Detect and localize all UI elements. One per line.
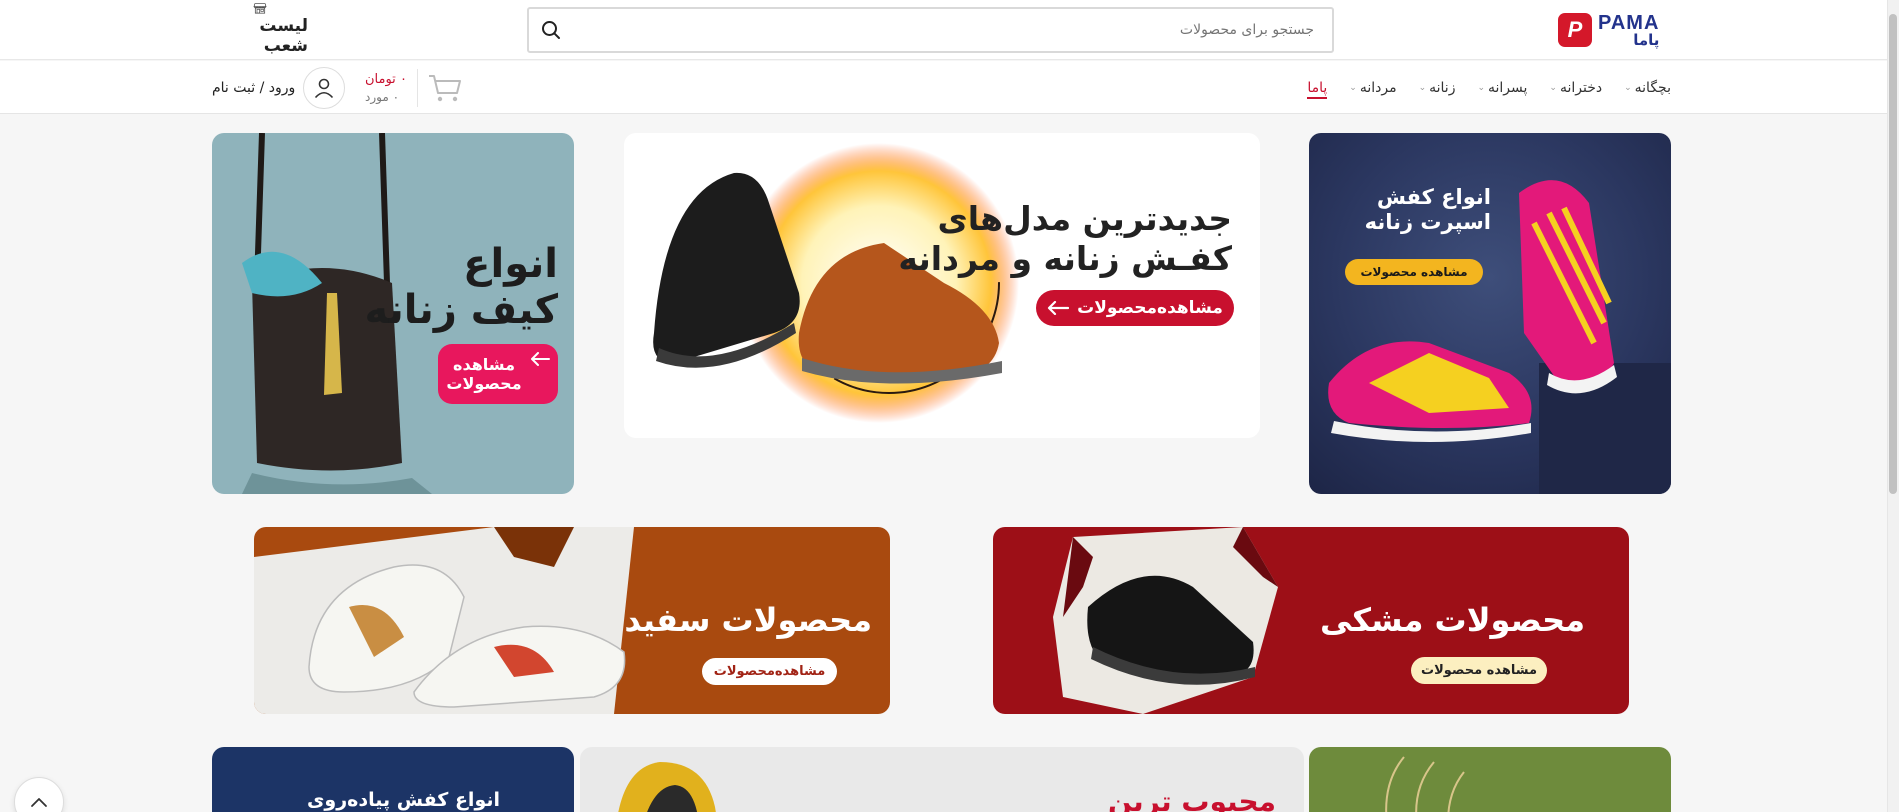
branches-label: لیست شعب xyxy=(259,16,308,56)
logo-mark-icon: P xyxy=(1558,13,1592,47)
banner-title: انواع کفش پیاده‌روی xyxy=(306,789,500,811)
banner-title-line: انواع xyxy=(463,241,558,287)
nav-item-label: بچگانه xyxy=(1634,79,1671,96)
cart-widget[interactable]: ۰ تومان ۰ مورد xyxy=(365,68,462,108)
store-icon xyxy=(253,3,267,14)
chevron-down-icon: ⌄ xyxy=(1624,82,1632,93)
banner-black-products[interactable]: محصولات مشکی مشاهده محصولات xyxy=(993,527,1629,714)
banner-newest-models[interactable]: جدیدترین مدل‌های کفـش زنانه و مردانه مشا… xyxy=(624,133,1260,438)
chevron-up-icon xyxy=(31,798,47,807)
banner-title: انواع کفش اسپرت زنانه xyxy=(1365,185,1491,235)
site-logo[interactable]: P PAMA پاما xyxy=(1558,12,1671,48)
nav-item-men[interactable]: مردانه ⌄ xyxy=(1349,61,1396,114)
search-input[interactable] xyxy=(573,9,1332,51)
logo-latin: PAMA xyxy=(1598,11,1660,34)
branches-link[interactable]: لیست شعب xyxy=(212,2,308,56)
cart-divider xyxy=(416,69,418,107)
shoes-image xyxy=(653,143,1019,423)
nav-item-label: زنانه xyxy=(1429,79,1456,96)
header-nav: پاما مردانه ⌄ زنانه ⌄ پسرانه ⌄ دخترانه ⌄… xyxy=(0,61,1887,114)
chevron-down-icon: ⌄ xyxy=(1349,82,1357,93)
logo-persian: پاما xyxy=(1633,30,1660,49)
arrow-left-icon xyxy=(1048,301,1070,315)
nav-item-label: پسرانه xyxy=(1488,79,1528,96)
view-products-button[interactable]: مشاهده محصولات xyxy=(1411,657,1547,684)
view-products-button[interactable]: مشاهده محصولات xyxy=(1345,259,1483,285)
banner-title: جدیدترین مدل‌های کفـش زنانه و مردانه xyxy=(898,199,1232,278)
view-products-button[interactable]: مشاهده‌محصولات xyxy=(702,658,837,685)
banner-title-line: جدیدترین مدل‌های xyxy=(937,199,1232,238)
banner-women-bags[interactable]: انواع کیف زنانه مشاهده محصولات xyxy=(212,133,574,494)
nav-item-label: دخترانه xyxy=(1559,79,1603,96)
banner-title: انواع کیف زنانه xyxy=(365,241,559,333)
nav-item-pama[interactable]: پاما xyxy=(1307,61,1327,114)
scroll-to-top-button[interactable] xyxy=(14,777,64,812)
header-top: P PAMA پاما لیست شعب xyxy=(0,0,1887,60)
banner-title: محصولات مشکی xyxy=(1320,601,1585,639)
banner-title-line: کیف زنانه xyxy=(364,287,559,333)
chevron-down-icon: ⌄ xyxy=(1549,82,1557,93)
cart-price: ۰ تومان xyxy=(365,72,407,88)
banner-walking-shoes[interactable]: انواع کفش پیاده‌روی xyxy=(212,747,574,812)
view-products-button[interactable]: مشاهده محصولات xyxy=(438,344,558,404)
account-link[interactable]: ورود / ثبت نام xyxy=(212,67,346,109)
page-scrollbar[interactable] xyxy=(1887,0,1899,812)
nav-item-women[interactable]: زنانه ⌄ xyxy=(1419,61,1456,114)
banner-women-sport-shoes[interactable]: انواع کفش اسپرت زنانه مشاهده محصولات xyxy=(1309,133,1671,494)
chevron-down-icon: ⌄ xyxy=(1477,82,1486,93)
banner-title-line: کفـش زنانه و مردانه xyxy=(898,238,1232,278)
chevron-down-icon: ⌄ xyxy=(1418,82,1427,93)
banner-title: محبوب ترین xyxy=(1107,785,1276,812)
button-label: مشاهده‌محصولات xyxy=(1077,298,1223,318)
cart-icon xyxy=(428,75,461,102)
banner-title-line: اسپرت زنانه xyxy=(1364,210,1491,235)
button-label: مشاهده محصولات xyxy=(1421,663,1538,678)
banner-white-products[interactable]: محصولات سفید مشاهده‌محصولات xyxy=(254,527,890,714)
cart-count: ۰ مورد xyxy=(365,89,400,104)
view-products-button[interactable]: مشاهده‌محصولات xyxy=(1036,290,1234,326)
arrow-left-icon xyxy=(530,352,550,366)
user-icon xyxy=(303,67,346,109)
nav-item-girls[interactable]: دخترانه ⌄ xyxy=(1549,61,1602,114)
button-label: مشاهده‌محصولات xyxy=(713,664,826,679)
search-icon xyxy=(542,21,560,39)
nav-item-boys[interactable]: پسرانه ⌄ xyxy=(1477,61,1527,114)
search-bar xyxy=(527,7,1334,53)
nav-item-label: مردانه xyxy=(1359,79,1397,96)
banner-title-line: انواع کفش xyxy=(1376,185,1491,209)
nav-item-label: پاما xyxy=(1307,79,1328,96)
search-button[interactable] xyxy=(529,9,573,51)
scrollbar-thumb[interactable] xyxy=(1889,14,1897,494)
button-label: مشاهده محصولات xyxy=(1360,265,1468,279)
main-nav: پاما مردانه ⌄ زنانه ⌄ پسرانه ⌄ دخترانه ⌄… xyxy=(1307,61,1671,114)
nav-item-kids[interactable]: بچگانه ⌄ xyxy=(1624,61,1671,114)
button-label: مشاهده xyxy=(453,354,515,374)
banner-green-promo[interactable] xyxy=(1309,747,1671,812)
decorative-lines-image xyxy=(1385,756,1465,812)
login-register-label: ورود / ثبت نام xyxy=(212,80,296,96)
banner-most-popular[interactable]: محبوب ترین xyxy=(580,747,1304,812)
button-label: محصولات xyxy=(446,374,522,393)
banner-title: محصولات سفید xyxy=(624,601,872,639)
